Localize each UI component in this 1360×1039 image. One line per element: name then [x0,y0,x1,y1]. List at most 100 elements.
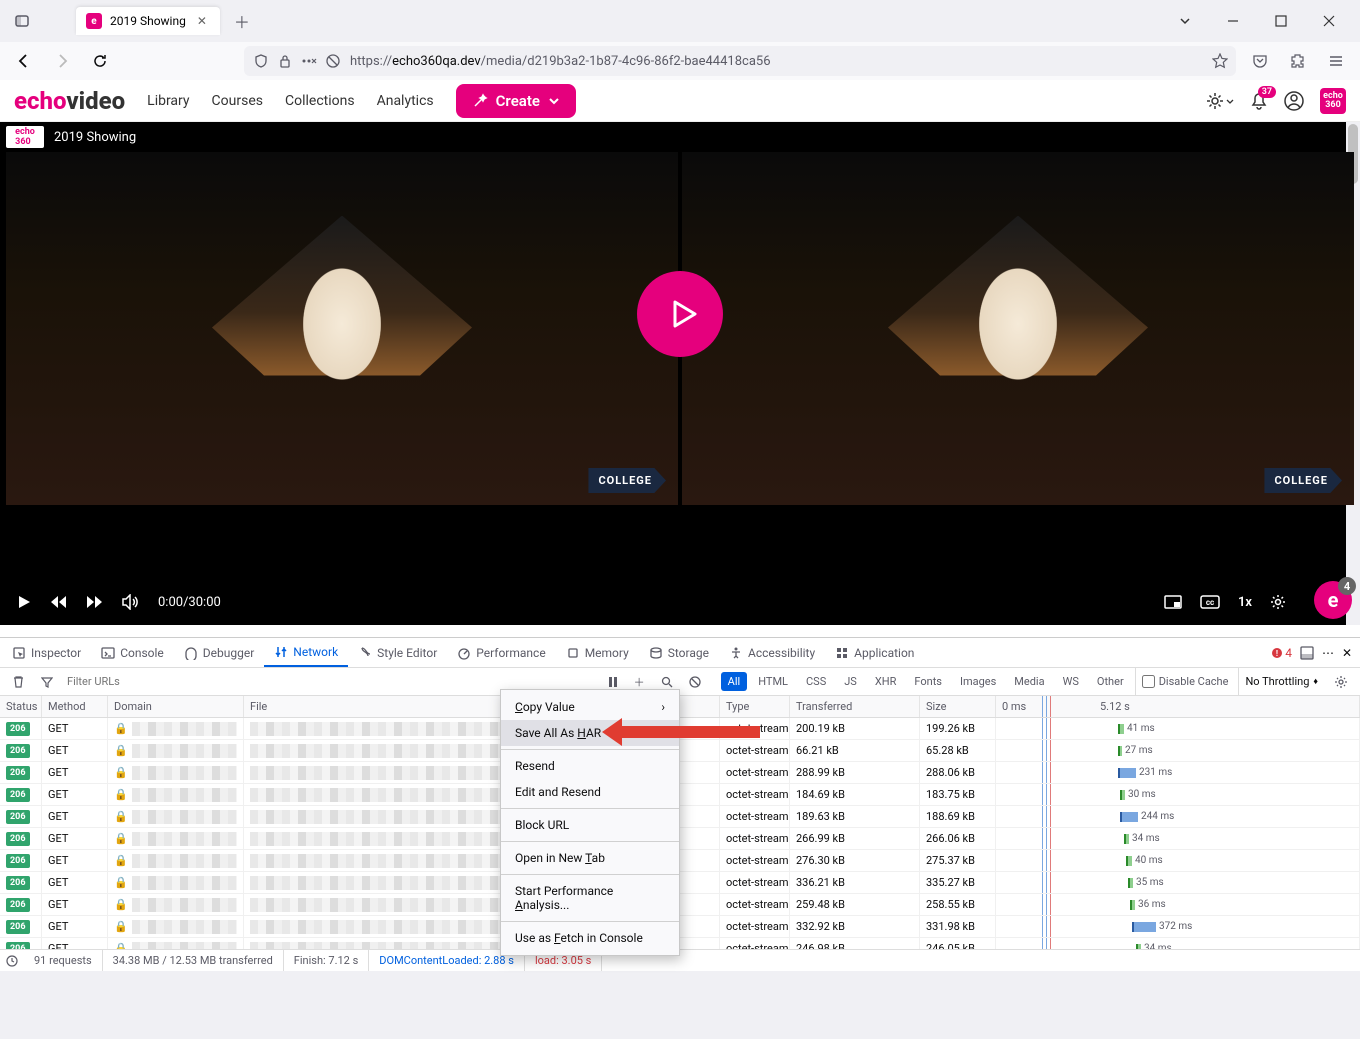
col-size[interactable]: Size [920,696,996,717]
brand-badge[interactable]: echo 360 [1320,88,1346,114]
size-cell: 266.06 kB [920,828,996,849]
account-icon[interactable] [1284,91,1304,111]
settings-icon[interactable] [1270,594,1286,610]
devtools-tab-storage[interactable]: Storage [639,638,719,667]
maximize-icon[interactable] [1258,5,1304,37]
play-control-icon[interactable] [16,594,32,610]
col-timeline[interactable]: 0 ms 5.12 s [996,696,1360,717]
browser-tab[interactable]: e 2019 Showing ✕ [76,7,220,35]
notifications-bell-icon[interactable]: 37 [1250,92,1268,110]
autoplay-blocked-icon[interactable] [324,54,342,68]
close-window-icon[interactable] [1306,5,1352,37]
minimize-icon[interactable] [1210,5,1256,37]
table-row[interactable]: 206 GET 🔒 2 (xhr) octet-stream 189.63 kB… [0,806,1360,828]
trash-icon[interactable] [6,673,31,690]
table-row[interactable]: 206 GET 🔒 2 (xhr) octet-stream 332.92 kB… [0,916,1360,938]
col-domain[interactable]: Domain [108,696,244,717]
filter-images[interactable]: Images [953,672,1003,691]
table-row[interactable]: 206 GET 🔒 2 (xhr) octet-stream 336.21 kB… [0,872,1360,894]
filter-fonts[interactable]: Fonts [907,672,949,691]
devtools-tab-performance[interactable]: Performance [447,638,555,667]
speed-control[interactable]: 1x [1238,595,1252,610]
extensions-icon[interactable] [1284,47,1312,75]
context-menu-item[interactable]: Copy Value› [501,694,679,720]
table-row[interactable]: 206 GET 🔒 2 (xhr) octet-stream 246.98 kB… [0,938,1360,949]
shield-icon[interactable] [252,54,270,68]
permissions-icon[interactable] [300,55,318,67]
pocket-icon[interactable] [1246,47,1274,75]
col-method[interactable]: Method [42,696,108,717]
filter-xhr[interactable]: XHR [868,672,904,691]
lock-icon[interactable] [276,54,294,68]
throttling-select[interactable]: No Throttling ♦ [1238,668,1324,695]
nav-courses[interactable]: Courses [212,93,263,109]
sidebar-toggle-icon[interactable] [8,7,36,35]
rewind-icon[interactable] [50,594,68,610]
chevron-down-icon[interactable] [1162,5,1208,37]
back-button[interactable] [10,47,38,75]
devtools-more-icon[interactable]: ⋯ [1322,646,1334,660]
devtools-tab-debugger[interactable]: Debugger [174,638,265,667]
disable-cache-checkbox[interactable]: Disable Cache [1135,668,1235,695]
bookmark-star-icon[interactable] [1212,53,1228,69]
devtools-tab-network[interactable]: Network [264,638,348,667]
devtools-tab-application[interactable]: Application [825,638,924,667]
devtools-tab-style[interactable]: Style Editor [348,638,447,667]
menu-icon[interactable] [1322,47,1350,75]
filter-html[interactable]: HTML [751,672,795,691]
settings-gear-icon[interactable] [1328,673,1354,691]
video-pane-left[interactable]: COLLEGE [6,152,678,505]
context-menu-item[interactable]: Resend [501,753,679,779]
context-menu-item[interactable]: Block URL [501,812,679,838]
col-status[interactable]: Status [0,696,42,717]
play-button[interactable] [637,271,723,357]
filter-funnel-icon[interactable] [35,674,59,690]
filter-media[interactable]: Media [1007,672,1051,691]
video-pane-right[interactable]: COLLEGE [682,152,1354,505]
error-count[interactable]: !4 [1271,646,1292,660]
nav-library[interactable]: Library [147,93,189,109]
table-row[interactable]: 206 GET 🔒 2 (xhr) octet-stream 266.99 kB… [0,828,1360,850]
table-row[interactable]: 206 GET 🔒 2 (xhr) octet-stream 276.30 kB… [0,850,1360,872]
col-transferred[interactable]: Transferred [790,696,920,717]
filter-all[interactable]: All [721,672,748,691]
chat-bubble[interactable]: e4 [1314,581,1352,619]
table-row[interactable]: 206 GET 🔒 2 (xhr) octet-stream 288.99 kB… [0,762,1360,784]
context-menu-item[interactable]: Edit and Resend [501,779,679,805]
table-row[interactable]: 206 GET 🔒 2 (xhr) octet-stream 259.48 kB… [0,894,1360,916]
address-bar[interactable]: https://echo360qa.dev/media/d219b3a2-1b8… [244,46,1236,76]
filter-js[interactable]: JS [837,672,864,691]
nav-analytics[interactable]: Analytics [377,93,434,109]
devtools-tab-console[interactable]: Console [91,638,174,667]
context-menu-item[interactable]: Open in New Tab [501,845,679,871]
devtools-tab-accessibility[interactable]: Accessibility [719,638,825,667]
create-button[interactable]: Create [456,84,576,118]
search-icon[interactable] [655,674,679,690]
context-menu-item[interactable]: Use as Fetch in Console [501,925,679,951]
devtools-close-icon[interactable]: ✕ [1342,646,1352,660]
filter-css[interactable]: CSS [799,672,833,691]
fast-forward-icon[interactable] [86,594,104,610]
reload-button[interactable] [86,47,114,75]
volume-icon[interactable] [122,594,140,610]
block-icon[interactable] [683,674,707,690]
devtools-dock-icon[interactable] [1300,646,1314,660]
forward-button[interactable] [48,47,76,75]
nav-collections[interactable]: Collections [285,93,355,109]
tab-close-icon[interactable]: ✕ [194,13,210,29]
col-type[interactable]: Type [720,696,790,717]
pause-icon[interactable] [602,674,624,690]
devtools-tab-inspector[interactable]: Inspector [2,638,91,667]
devtools-tab-memory[interactable]: Memory [556,638,639,667]
captions-icon[interactable]: cc [1200,595,1220,609]
filter-ws[interactable]: WS [1056,672,1086,691]
table-row[interactable]: 206 GET 🔒 2 (xhr) octet-stream 184.69 kB… [0,784,1360,806]
new-tab-button[interactable]: ＋ [228,7,256,35]
filter-input[interactable] [63,671,243,692]
logo[interactable]: echovideo [14,87,125,115]
table-row[interactable]: 206 GET 🔒 2 (xhr) octet-stream 66.21 kB … [0,740,1360,762]
filter-other[interactable]: Other [1090,672,1131,691]
layout-icon[interactable] [1164,595,1182,609]
context-menu-item[interactable]: Start Performance Analysis... [501,878,679,918]
settings-gear-icon[interactable] [1206,92,1224,110]
